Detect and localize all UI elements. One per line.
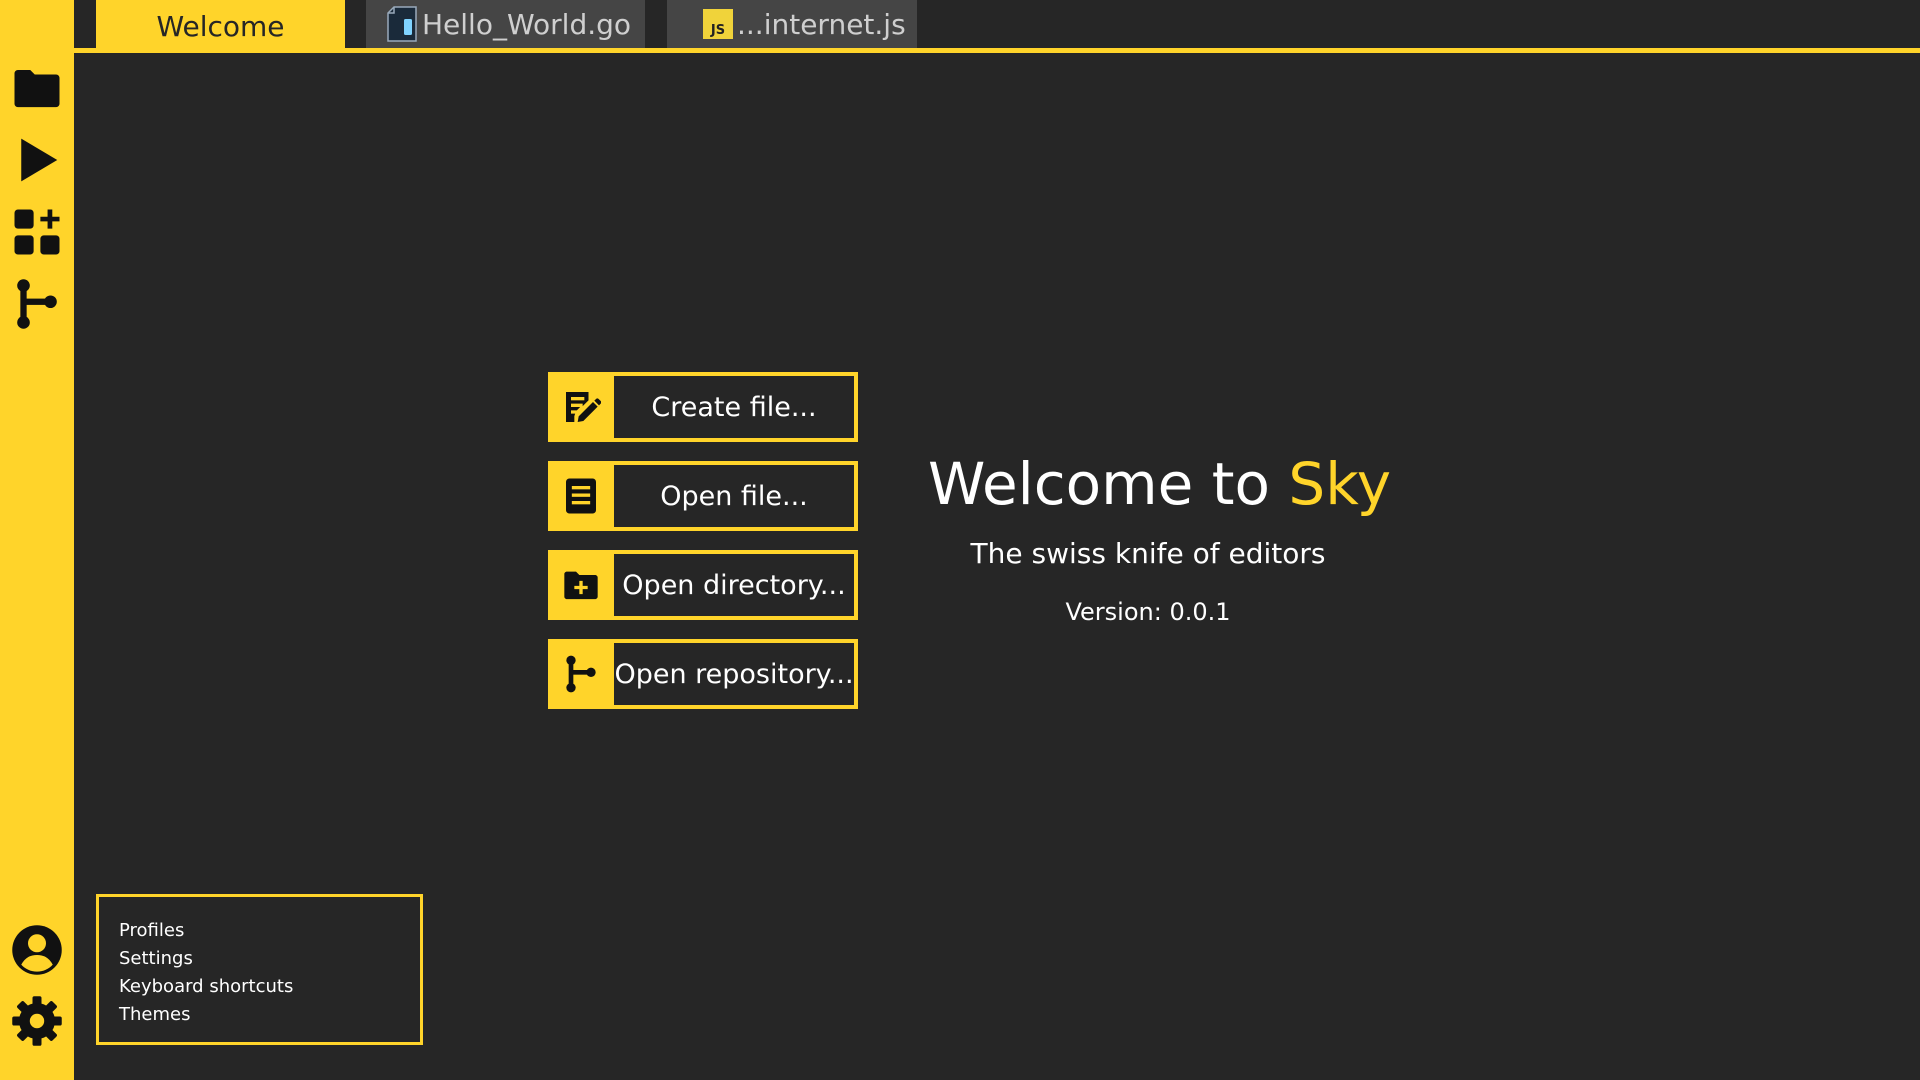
- tab-label: Hello_World.go: [422, 7, 632, 41]
- action-icon-box: [552, 554, 614, 616]
- settings-popup-menu: Profiles Settings Keyboard shortcuts The…: [96, 894, 423, 1045]
- action-label: Open directory...: [622, 569, 846, 601]
- tab-hello-world-go[interactable]: Hello_World.go: [366, 0, 645, 48]
- source-control-button[interactable]: [9, 276, 65, 332]
- git-branch-icon: [566, 655, 596, 693]
- menu-item-settings[interactable]: Settings: [119, 945, 420, 973]
- extensions-button[interactable]: [9, 204, 65, 260]
- open-repository-button[interactable]: Open repository...: [548, 639, 858, 709]
- action-label: Open repository...: [614, 658, 854, 690]
- js-icon-text: JS: [710, 23, 725, 38]
- run-button[interactable]: [9, 132, 65, 188]
- tab-label: ...internet.js: [737, 7, 906, 41]
- app-name: Sky: [1288, 450, 1392, 518]
- open-file-button[interactable]: Open file...: [548, 461, 858, 531]
- action-icon-box: [552, 643, 614, 705]
- action-icon-box: [552, 465, 614, 527]
- play-icon: [21, 138, 58, 182]
- create-file-button[interactable]: Create file...: [548, 372, 858, 442]
- tab-strip: [74, 0, 1920, 54]
- tab-internet-js[interactable]: JS ...internet.js: [667, 0, 917, 48]
- account-button[interactable]: [9, 922, 65, 978]
- edit-note-icon: [566, 392, 601, 422]
- activity-bar: [0, 0, 74, 1080]
- document-icon: [566, 478, 596, 514]
- welcome-title: Welcome to Sky: [928, 450, 1448, 518]
- go-file-icon: [386, 5, 418, 43]
- git-branch-icon: [17, 279, 57, 329]
- action-label: Open file...: [660, 480, 808, 512]
- settings-button[interactable]: [9, 993, 65, 1049]
- folder-icon: [14, 70, 60, 108]
- js-file-icon: JS: [703, 9, 733, 39]
- menu-item-themes[interactable]: Themes: [119, 1001, 420, 1029]
- open-directory-button[interactable]: Open directory...: [548, 550, 858, 620]
- folder-plus-icon: [564, 571, 598, 600]
- extensions-icon: [14, 209, 60, 255]
- action-icon-box: [552, 376, 614, 438]
- welcome-subtitle: The swiss knife of editors: [970, 537, 1326, 570]
- account-icon: [12, 925, 62, 975]
- menu-item-keyboard-shortcuts[interactable]: Keyboard shortcuts: [119, 973, 420, 1001]
- welcome-title-prefix: Welcome to: [928, 450, 1289, 518]
- explorer-button[interactable]: [9, 60, 65, 116]
- tab-label: Welcome: [156, 10, 285, 43]
- tab-underline: [74, 48, 1920, 53]
- settings-gear-icon: [12, 996, 62, 1046]
- action-label: Create file...: [651, 391, 817, 423]
- version-label: Version: 0.0.1: [1065, 598, 1231, 626]
- menu-item-profiles[interactable]: Profiles: [119, 917, 420, 945]
- tab-welcome[interactable]: Welcome: [96, 0, 345, 53]
